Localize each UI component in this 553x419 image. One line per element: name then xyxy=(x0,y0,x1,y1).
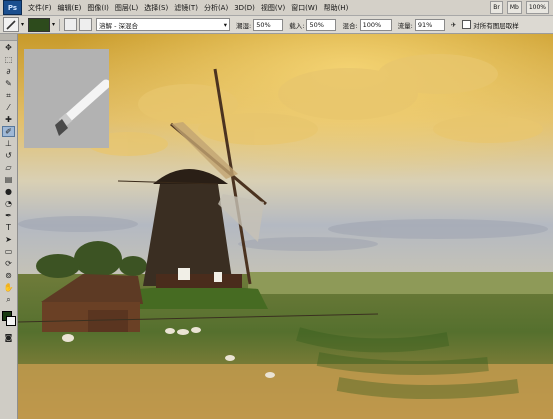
toolbox-grip[interactable] xyxy=(0,34,17,41)
airbrush-icon[interactable]: ✈ xyxy=(451,21,456,29)
healing-icon[interactable]: ✚ xyxy=(2,114,15,125)
separator xyxy=(59,18,61,31)
zoom-level-select[interactable]: 100% xyxy=(525,1,549,14)
shape-icon[interactable]: ▭ xyxy=(2,246,15,257)
menu-help[interactable]: 帮助(H) xyxy=(324,3,349,13)
menu-window[interactable]: 窗口(W) xyxy=(291,3,317,13)
blend-combination-value: 溶解 - 深混合 xyxy=(99,21,139,30)
flow-label: 流量: xyxy=(397,21,413,30)
load-label: 载入: xyxy=(289,21,305,30)
zoom-icon[interactable]: ⌕ xyxy=(2,294,15,305)
eraser-icon[interactable]: ▱ xyxy=(2,162,15,173)
distant-meadow xyxy=(248,272,553,294)
chevron-down-icon[interactable]: ▾ xyxy=(21,21,24,28)
blend-combination-select[interactable]: 溶解 - 深混合 ▾ xyxy=(96,18,231,31)
crop-icon[interactable]: ⌗ xyxy=(2,90,15,101)
chevron-down-icon[interactable]: ▾ xyxy=(52,21,55,28)
blur-icon[interactable]: ● xyxy=(2,186,15,197)
mix-field[interactable]: 100% xyxy=(359,18,392,31)
color-swatches xyxy=(0,309,17,331)
load-brush-icon[interactable] xyxy=(79,18,93,31)
document-canvas[interactable] xyxy=(18,34,553,419)
tool-preset-picker[interactable] xyxy=(3,17,19,32)
brush-tip-preview xyxy=(24,49,111,148)
quick-mask-icon[interactable]: ◙ xyxy=(2,332,15,343)
eyedropper-icon[interactable]: ⁄ xyxy=(2,102,15,113)
3d-rotate-icon[interactable]: ⟳ xyxy=(2,258,15,269)
menu-layer[interactable]: 图层(L) xyxy=(115,3,138,13)
sample-all-layers-checkbox[interactable] xyxy=(462,20,472,29)
menu-right-controls: Br Mb 100% xyxy=(490,1,549,14)
type-icon[interactable]: T xyxy=(2,222,15,233)
menu-select[interactable]: 选择(S) xyxy=(144,3,168,13)
brush-tip-icon xyxy=(55,79,111,136)
menu-file[interactable]: 文件(F) xyxy=(28,3,52,13)
menu-edit[interactable]: 编辑(E) xyxy=(58,3,82,13)
3d-orbit-icon[interactable]: ⊚ xyxy=(2,270,15,281)
mixer-brush-icon xyxy=(6,19,16,30)
menu-3d[interactable]: 3D(D) xyxy=(234,4,255,12)
bridge-button[interactable]: Br xyxy=(490,1,503,14)
menu-bar: Ps 文件(F) 编辑(E) 图像(I) 图层(L) 选择(S) 滤镜(T) 分… xyxy=(0,0,553,16)
photoshop-logo: Ps xyxy=(3,0,22,15)
mix-label: 混合: xyxy=(342,21,358,30)
chevron-down-icon: ▾ xyxy=(223,20,228,29)
background-color-swatch[interactable] xyxy=(6,316,16,326)
load-field[interactable]: 50% xyxy=(306,18,337,31)
options-bar: ▾ ▾ 溶解 - 深混合 ▾ 潮湿: 50% 载入: 50% 混合: 100% … xyxy=(0,16,553,34)
toolbox: ✥ ⬚ ∂ ✎ ⌗ ⁄ ✚ ✐ ⊥ ↺ ▱ ▤ ● ◔ ✒ T ➤ ▭ ⟳ ⊚ … xyxy=(0,34,18,419)
gradient-icon[interactable]: ▤ xyxy=(2,174,15,185)
menu-view[interactable]: 视图(V) xyxy=(261,3,285,13)
dike xyxy=(138,286,268,309)
path-select-icon[interactable]: ➤ xyxy=(2,234,15,245)
menu-analysis[interactable]: 分析(A) xyxy=(204,3,228,13)
wet-field[interactable]: 50% xyxy=(253,18,284,31)
clean-brush-icon[interactable] xyxy=(64,18,78,31)
dodge-icon[interactable]: ◔ xyxy=(2,198,15,209)
flow-field[interactable]: 91% xyxy=(414,18,445,31)
pen-icon[interactable]: ✒ xyxy=(2,210,15,221)
mixer-brush-icon[interactable]: ✐ xyxy=(2,126,15,137)
sample-all-layers-label: 对所有图层取样 xyxy=(473,21,519,30)
menu-image[interactable]: 图像(I) xyxy=(87,3,109,13)
wet-label: 潮湿: xyxy=(236,21,252,30)
clone-stamp-icon[interactable]: ⊥ xyxy=(2,138,15,149)
move-icon[interactable]: ✥ xyxy=(2,42,15,53)
hand-icon[interactable]: ✋ xyxy=(2,282,15,293)
history-brush-icon[interactable]: ↺ xyxy=(2,150,15,161)
quick-select-icon[interactable]: ✎ xyxy=(2,78,15,89)
minibridge-button[interactable]: Mb xyxy=(506,1,522,14)
lasso-icon[interactable]: ∂ xyxy=(2,66,15,77)
current-brush-load-swatch[interactable] xyxy=(28,17,51,32)
marquee-icon[interactable]: ⬚ xyxy=(2,54,15,65)
menu-filter[interactable]: 滤镜(T) xyxy=(174,3,198,13)
